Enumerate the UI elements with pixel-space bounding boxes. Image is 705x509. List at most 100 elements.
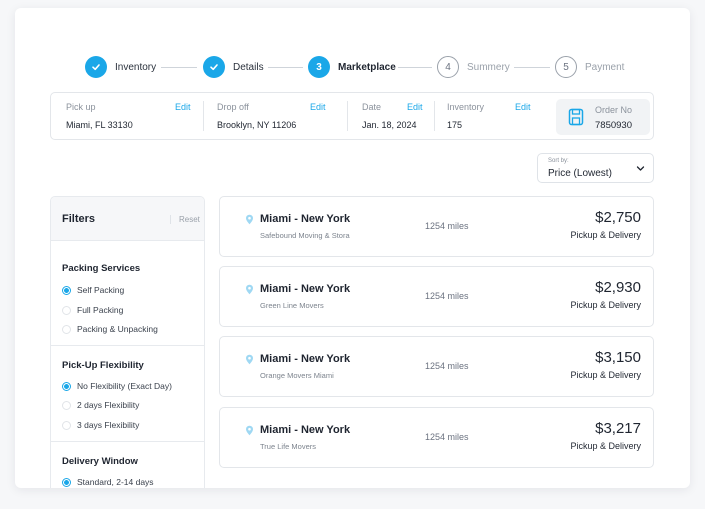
reset-button[interactable]: Reset bbox=[170, 215, 200, 224]
radio-full-packing[interactable]: Full Packing bbox=[62, 304, 123, 316]
price: $3,150 bbox=[595, 349, 641, 366]
step-marketplace[interactable]: 3 Marketplace bbox=[308, 55, 396, 79]
step-number: 5 bbox=[555, 56, 577, 78]
route-title: Miami - New York bbox=[260, 353, 351, 365]
inventory-label: Inventory bbox=[447, 102, 485, 112]
divider bbox=[347, 101, 348, 131]
main-card: Inventory Details 3 Marketplace 4 Summer… bbox=[15, 8, 690, 488]
step-inventory[interactable]: Inventory bbox=[85, 55, 156, 79]
step-connector bbox=[268, 67, 303, 68]
option-label: 3 days Flexibility bbox=[77, 420, 140, 430]
step-connector bbox=[398, 67, 432, 68]
step-details[interactable]: Details bbox=[203, 55, 264, 79]
route-title: Miami - New York bbox=[260, 424, 351, 436]
location-pin-icon bbox=[246, 284, 253, 295]
dropoff-label: Drop off bbox=[217, 102, 249, 112]
radio-button[interactable] bbox=[62, 324, 71, 334]
result-card[interactable]: Miami - New York Green Line Movers 1254 … bbox=[219, 266, 654, 327]
route-title: Miami - New York bbox=[260, 213, 351, 225]
radio-no-flexibility[interactable]: No Flexibility (Exact Day) bbox=[62, 380, 172, 392]
radio-packing-unpacking[interactable]: Packing & Unpacking bbox=[62, 323, 158, 335]
step-label: Details bbox=[233, 61, 264, 73]
step-payment[interactable]: 5 Payment bbox=[555, 55, 624, 79]
divider bbox=[51, 345, 204, 346]
step-label: Summery bbox=[467, 61, 510, 73]
option-label: Packing & Unpacking bbox=[77, 324, 158, 334]
divider bbox=[434, 101, 435, 131]
pickup-value: Miami, FL 33130 bbox=[66, 120, 133, 130]
distance: 1254 miles bbox=[425, 361, 469, 371]
result-card[interactable]: Miami - New York True Life Movers 1254 m… bbox=[219, 407, 654, 468]
date-field: Date Edit Jan. 18, 2024 bbox=[362, 93, 442, 139]
radio-standard-delivery[interactable]: Standard, 2-14 days bbox=[62, 476, 154, 488]
delivery-window-title: Delivery Window bbox=[62, 456, 138, 467]
check-icon bbox=[203, 56, 225, 78]
option-label: 2 days Flexibility bbox=[77, 400, 140, 410]
service-type: Pickup & Delivery bbox=[570, 230, 641, 240]
divider bbox=[51, 441, 204, 442]
inventory-field: Inventory Edit 175 bbox=[447, 93, 547, 139]
location-pin-icon bbox=[246, 354, 253, 365]
divider bbox=[203, 101, 204, 131]
order-summary-bar: Pick up Edit Miami, FL 33130 Drop off Ed… bbox=[50, 92, 654, 140]
radio-button[interactable] bbox=[62, 381, 71, 391]
floppy-disk-icon bbox=[568, 108, 584, 126]
option-label: Full Packing bbox=[77, 305, 124, 315]
step-number: 3 bbox=[308, 56, 330, 78]
dropoff-field: Drop off Edit Brooklyn, NY 11206 bbox=[217, 93, 337, 139]
pickup-field: Pick up Edit Miami, FL 33130 bbox=[66, 93, 191, 139]
sort-value: Price (Lowest) bbox=[548, 168, 612, 179]
date-edit-link[interactable]: Edit bbox=[407, 102, 423, 112]
company-name: Orange Movers Miami bbox=[260, 371, 334, 380]
radio-button[interactable] bbox=[62, 400, 71, 410]
sort-dropdown[interactable]: Sort by: Price (Lowest) bbox=[537, 153, 654, 183]
price: $3,217 bbox=[595, 420, 641, 437]
option-label: Self Packing bbox=[77, 285, 125, 295]
radio-self-packing[interactable]: Self Packing bbox=[62, 284, 124, 296]
radio-3-days-flexibility[interactable]: 3 days Flexibility bbox=[62, 419, 139, 431]
dropoff-value: Brooklyn, NY 11206 bbox=[217, 120, 297, 130]
location-pin-icon bbox=[246, 214, 253, 225]
packing-services-title: Packing Services bbox=[62, 263, 141, 274]
check-icon bbox=[85, 56, 107, 78]
dropoff-edit-link[interactable]: Edit bbox=[310, 102, 326, 112]
step-number: 4 bbox=[437, 56, 459, 78]
location-pin-icon bbox=[246, 425, 253, 436]
option-label: No Flexibility (Exact Day) bbox=[77, 381, 172, 391]
company-name: Safebound Moving & Stora bbox=[260, 231, 350, 240]
filters-title: Filters bbox=[62, 213, 96, 225]
order-number-box: Order No 7850930 bbox=[556, 99, 650, 135]
date-value: Jan. 18, 2024 bbox=[362, 120, 417, 130]
distance: 1254 miles bbox=[425, 291, 469, 301]
pickup-flexibility-title: Pick-Up Flexibility bbox=[62, 360, 144, 371]
result-card[interactable]: Miami - New York Safebound Moving & Stor… bbox=[219, 196, 654, 257]
step-label: Payment bbox=[585, 61, 625, 73]
price: $2,930 bbox=[595, 279, 641, 296]
option-label: Standard, 2-14 days bbox=[77, 477, 154, 487]
chevron-down-icon bbox=[636, 166, 645, 171]
progress-stepper: Inventory Details 3 Marketplace 4 Summer… bbox=[15, 55, 690, 79]
pickup-label: Pick up bbox=[66, 102, 96, 112]
pickup-edit-link[interactable]: Edit bbox=[175, 102, 191, 112]
radio-button[interactable] bbox=[62, 420, 71, 430]
distance: 1254 miles bbox=[425, 432, 469, 442]
order-number-value: 7850930 bbox=[595, 120, 632, 131]
result-card[interactable]: Miami - New York Orange Movers Miami 125… bbox=[219, 336, 654, 397]
step-label: Marketplace bbox=[338, 61, 396, 73]
company-name: True Life Movers bbox=[260, 442, 316, 451]
step-connector bbox=[514, 67, 550, 68]
radio-button[interactable] bbox=[62, 285, 71, 295]
inventory-value: 175 bbox=[447, 120, 463, 130]
radio-button[interactable] bbox=[62, 477, 71, 487]
step-summery[interactable]: 4 Summery bbox=[437, 55, 510, 79]
step-connector bbox=[161, 67, 197, 68]
radio-2-days-flexibility[interactable]: 2 days Flexibility bbox=[62, 399, 139, 411]
filters-header: Filters Reset bbox=[51, 197, 204, 241]
inventory-edit-link[interactable]: Edit bbox=[515, 102, 531, 112]
step-label: Inventory bbox=[115, 61, 157, 73]
route-title: Miami - New York bbox=[260, 283, 351, 295]
filters-panel: Filters Reset Packing Services Self Pack… bbox=[50, 196, 205, 488]
radio-button[interactable] bbox=[62, 305, 71, 315]
sort-label: Sort by: bbox=[548, 158, 569, 164]
order-number-label: Order No bbox=[595, 105, 633, 115]
